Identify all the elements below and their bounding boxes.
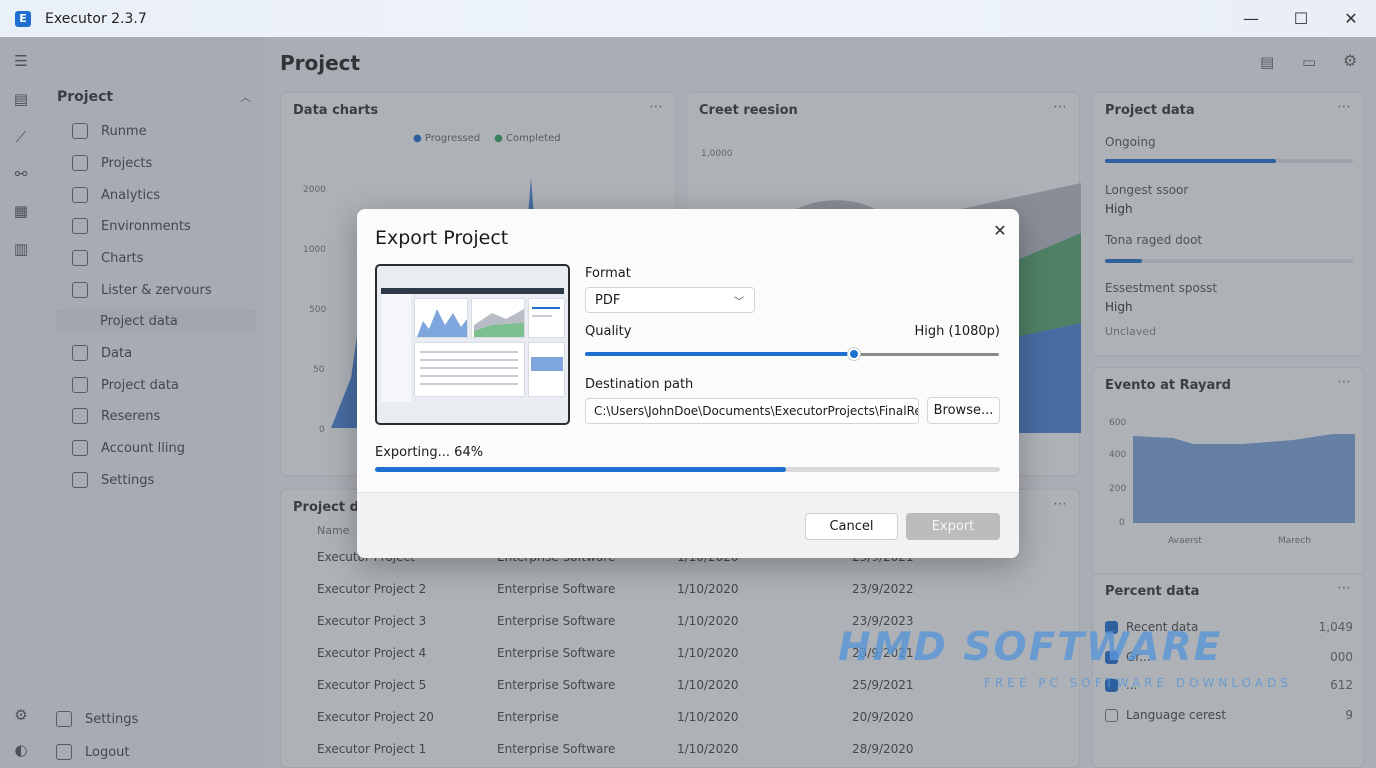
preview-line [420, 375, 518, 377]
format-select[interactable]: PDF ﹀ [585, 287, 755, 313]
quality-slider-fill [585, 352, 855, 356]
preview-card [471, 298, 525, 338]
preview-area [531, 357, 563, 371]
export-progress-fill [375, 467, 786, 472]
title-bar: E Executor 2.3.7 — ☐ ✕ [0, 0, 1376, 37]
preview-line [420, 383, 518, 385]
preview-line [532, 307, 560, 309]
export-button[interactable]: Export [906, 513, 1000, 540]
preview-line [420, 351, 518, 353]
preview-card [528, 298, 565, 338]
cancel-button[interactable]: Cancel [805, 513, 898, 540]
watermark: HMD SOFTWARE FREE PC SOFTWARE DOWNLOADS [838, 625, 1298, 691]
destination-label: Destination path [585, 377, 694, 392]
preview-line [420, 367, 518, 369]
maximize-button[interactable]: ☐ [1276, 0, 1326, 37]
window-controls: — ☐ ✕ [1226, 0, 1376, 37]
browse-button[interactable]: Browse... [927, 397, 1000, 424]
format-label: Format [585, 266, 631, 281]
preview-line [532, 315, 552, 317]
preview-sidebar [381, 294, 411, 402]
preview-area [417, 309, 467, 337]
preview-chart [417, 309, 467, 337]
destination-path-input[interactable]: C:\Users\JohnDoe\Documents\ExecutorProje… [585, 398, 919, 424]
preview-table [414, 342, 525, 397]
watermark-tagline: FREE PC SOFTWARE DOWNLOADS [984, 676, 1292, 690]
export-dialog: Export Project ✕ Format PDF ﹀ Quality Hi… [357, 209, 1019, 558]
preview-chart [474, 309, 524, 337]
format-value: PDF [595, 292, 621, 308]
export-progress-text: Exporting... 64% [375, 445, 484, 460]
quality-value: High (1080p) [914, 324, 1001, 339]
watermark-logo-text: HMD SOFTWARE [838, 625, 1223, 670]
dialog-footer: Cancel Export [357, 492, 1019, 558]
preview-line [420, 359, 518, 361]
quality-slider-thumb[interactable] [847, 347, 862, 361]
minimize-button[interactable]: — [1226, 0, 1276, 37]
quality-label: Quality [585, 324, 632, 339]
export-progress-bar [375, 467, 1000, 472]
close-icon[interactable]: ✕ [989, 219, 1011, 241]
app-logo-icon: E [15, 10, 31, 27]
preview-card [414, 298, 468, 338]
preview-card [528, 342, 565, 397]
window-title: Executor 2.3.7 [45, 10, 147, 27]
export-preview-thumbnail [375, 264, 570, 425]
close-window-button[interactable]: ✕ [1326, 0, 1376, 37]
dialog-title: Export Project [375, 227, 509, 249]
chevron-down-icon: ﹀ [734, 297, 744, 308]
